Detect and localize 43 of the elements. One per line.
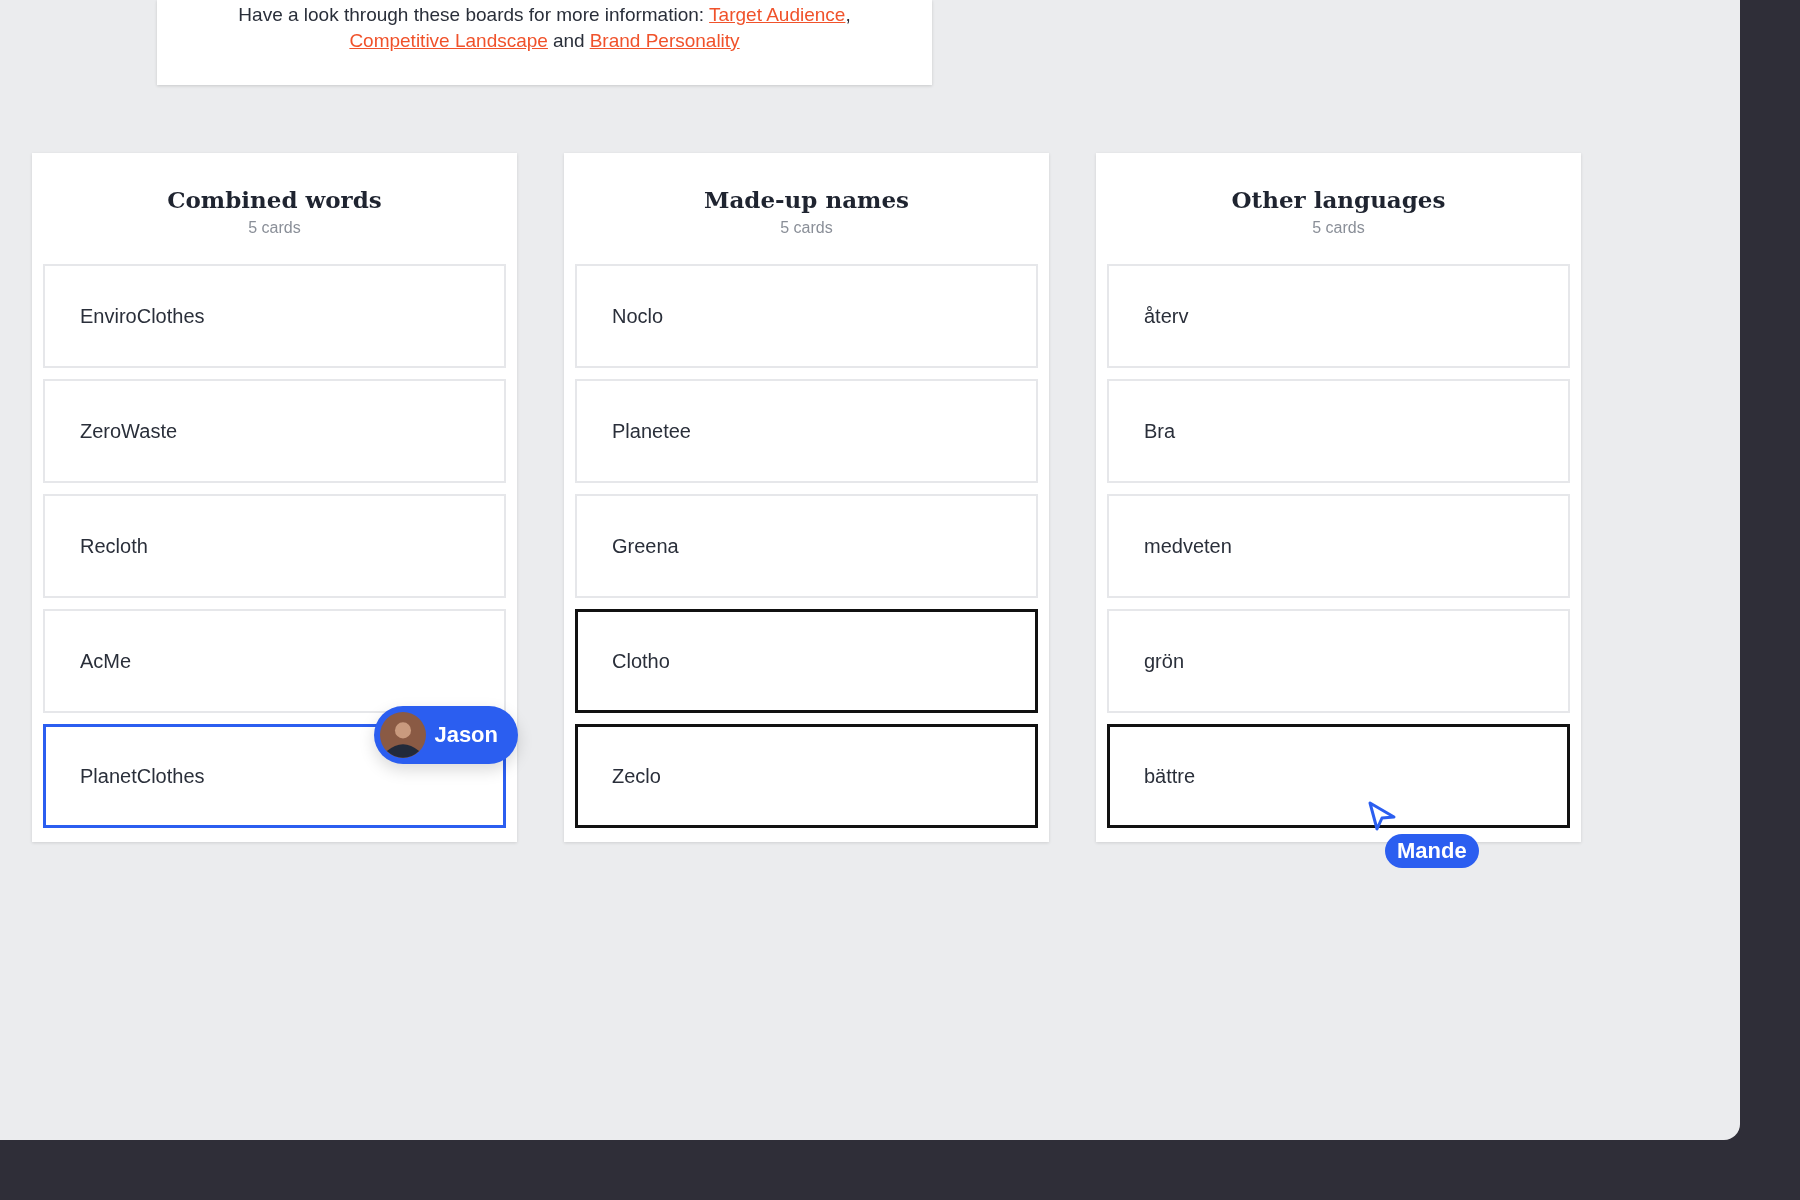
name-card[interactable]: AcMe — [43, 609, 506, 713]
card-label: Zeclo — [612, 764, 661, 788]
card-label: ZeroWaste — [80, 419, 178, 443]
card-label: Recloth — [80, 534, 148, 558]
card-count: 5 cards — [780, 219, 833, 237]
collaborator-name: Jason — [434, 722, 498, 748]
cursor-label: Mande — [1385, 834, 1479, 868]
card-label: Noclo — [612, 304, 664, 328]
card-label: AcMe — [80, 649, 132, 673]
name-card[interactable]: medveten — [1107, 494, 1570, 598]
column-title: Made-up names — [704, 186, 909, 213]
name-card[interactable]: ZeroWaste — [43, 379, 506, 483]
card-label: bättre — [1144, 764, 1196, 788]
name-card[interactable]: grön — [1107, 609, 1570, 713]
cursor-icon — [1367, 800, 1397, 832]
card-label: grön — [1144, 649, 1185, 673]
card-count: 5 cards — [1312, 219, 1365, 237]
column-title: Other languages — [1231, 186, 1446, 213]
name-card[interactable]: Clotho — [575, 609, 1038, 713]
card-label: medveten — [1144, 534, 1232, 558]
avatar-icon — [380, 712, 427, 758]
board-link[interactable]: Competitive Landscape — [349, 30, 548, 51]
name-card[interactable]: Bra — [1107, 379, 1570, 483]
intro-text: Have a look through these boards for more information: Target Audience, Competitive Landscape and Brand Personality — [238, 3, 851, 53]
name-card[interactable]: Noclo — [575, 264, 1038, 368]
name-card[interactable]: Greena — [575, 494, 1038, 598]
name-card[interactable]: återv — [1107, 264, 1570, 368]
card-label: Bra — [1144, 419, 1176, 443]
name-card[interactable]: Recloth — [43, 494, 506, 598]
card-label: Greena — [612, 534, 679, 558]
card-label: Planetee — [612, 419, 691, 443]
board-link[interactable]: Target Audience — [709, 4, 846, 25]
board-link[interactable]: Brand Personality — [589, 30, 740, 51]
name-card[interactable]: EnviroClothes — [43, 264, 506, 368]
card-label: Clotho — [612, 649, 670, 673]
card-label: återv — [1144, 304, 1189, 328]
card-label: PlanetClothes — [80, 764, 205, 788]
column-title: Combined words — [167, 186, 382, 213]
name-card[interactable]: Planetee — [575, 379, 1038, 483]
name-card[interactable]: bättre — [1107, 724, 1570, 828]
card-label: EnviroClothes — [80, 304, 205, 328]
name-card[interactable]: Zeclo — [575, 724, 1038, 828]
card-count: 5 cards — [248, 219, 301, 237]
